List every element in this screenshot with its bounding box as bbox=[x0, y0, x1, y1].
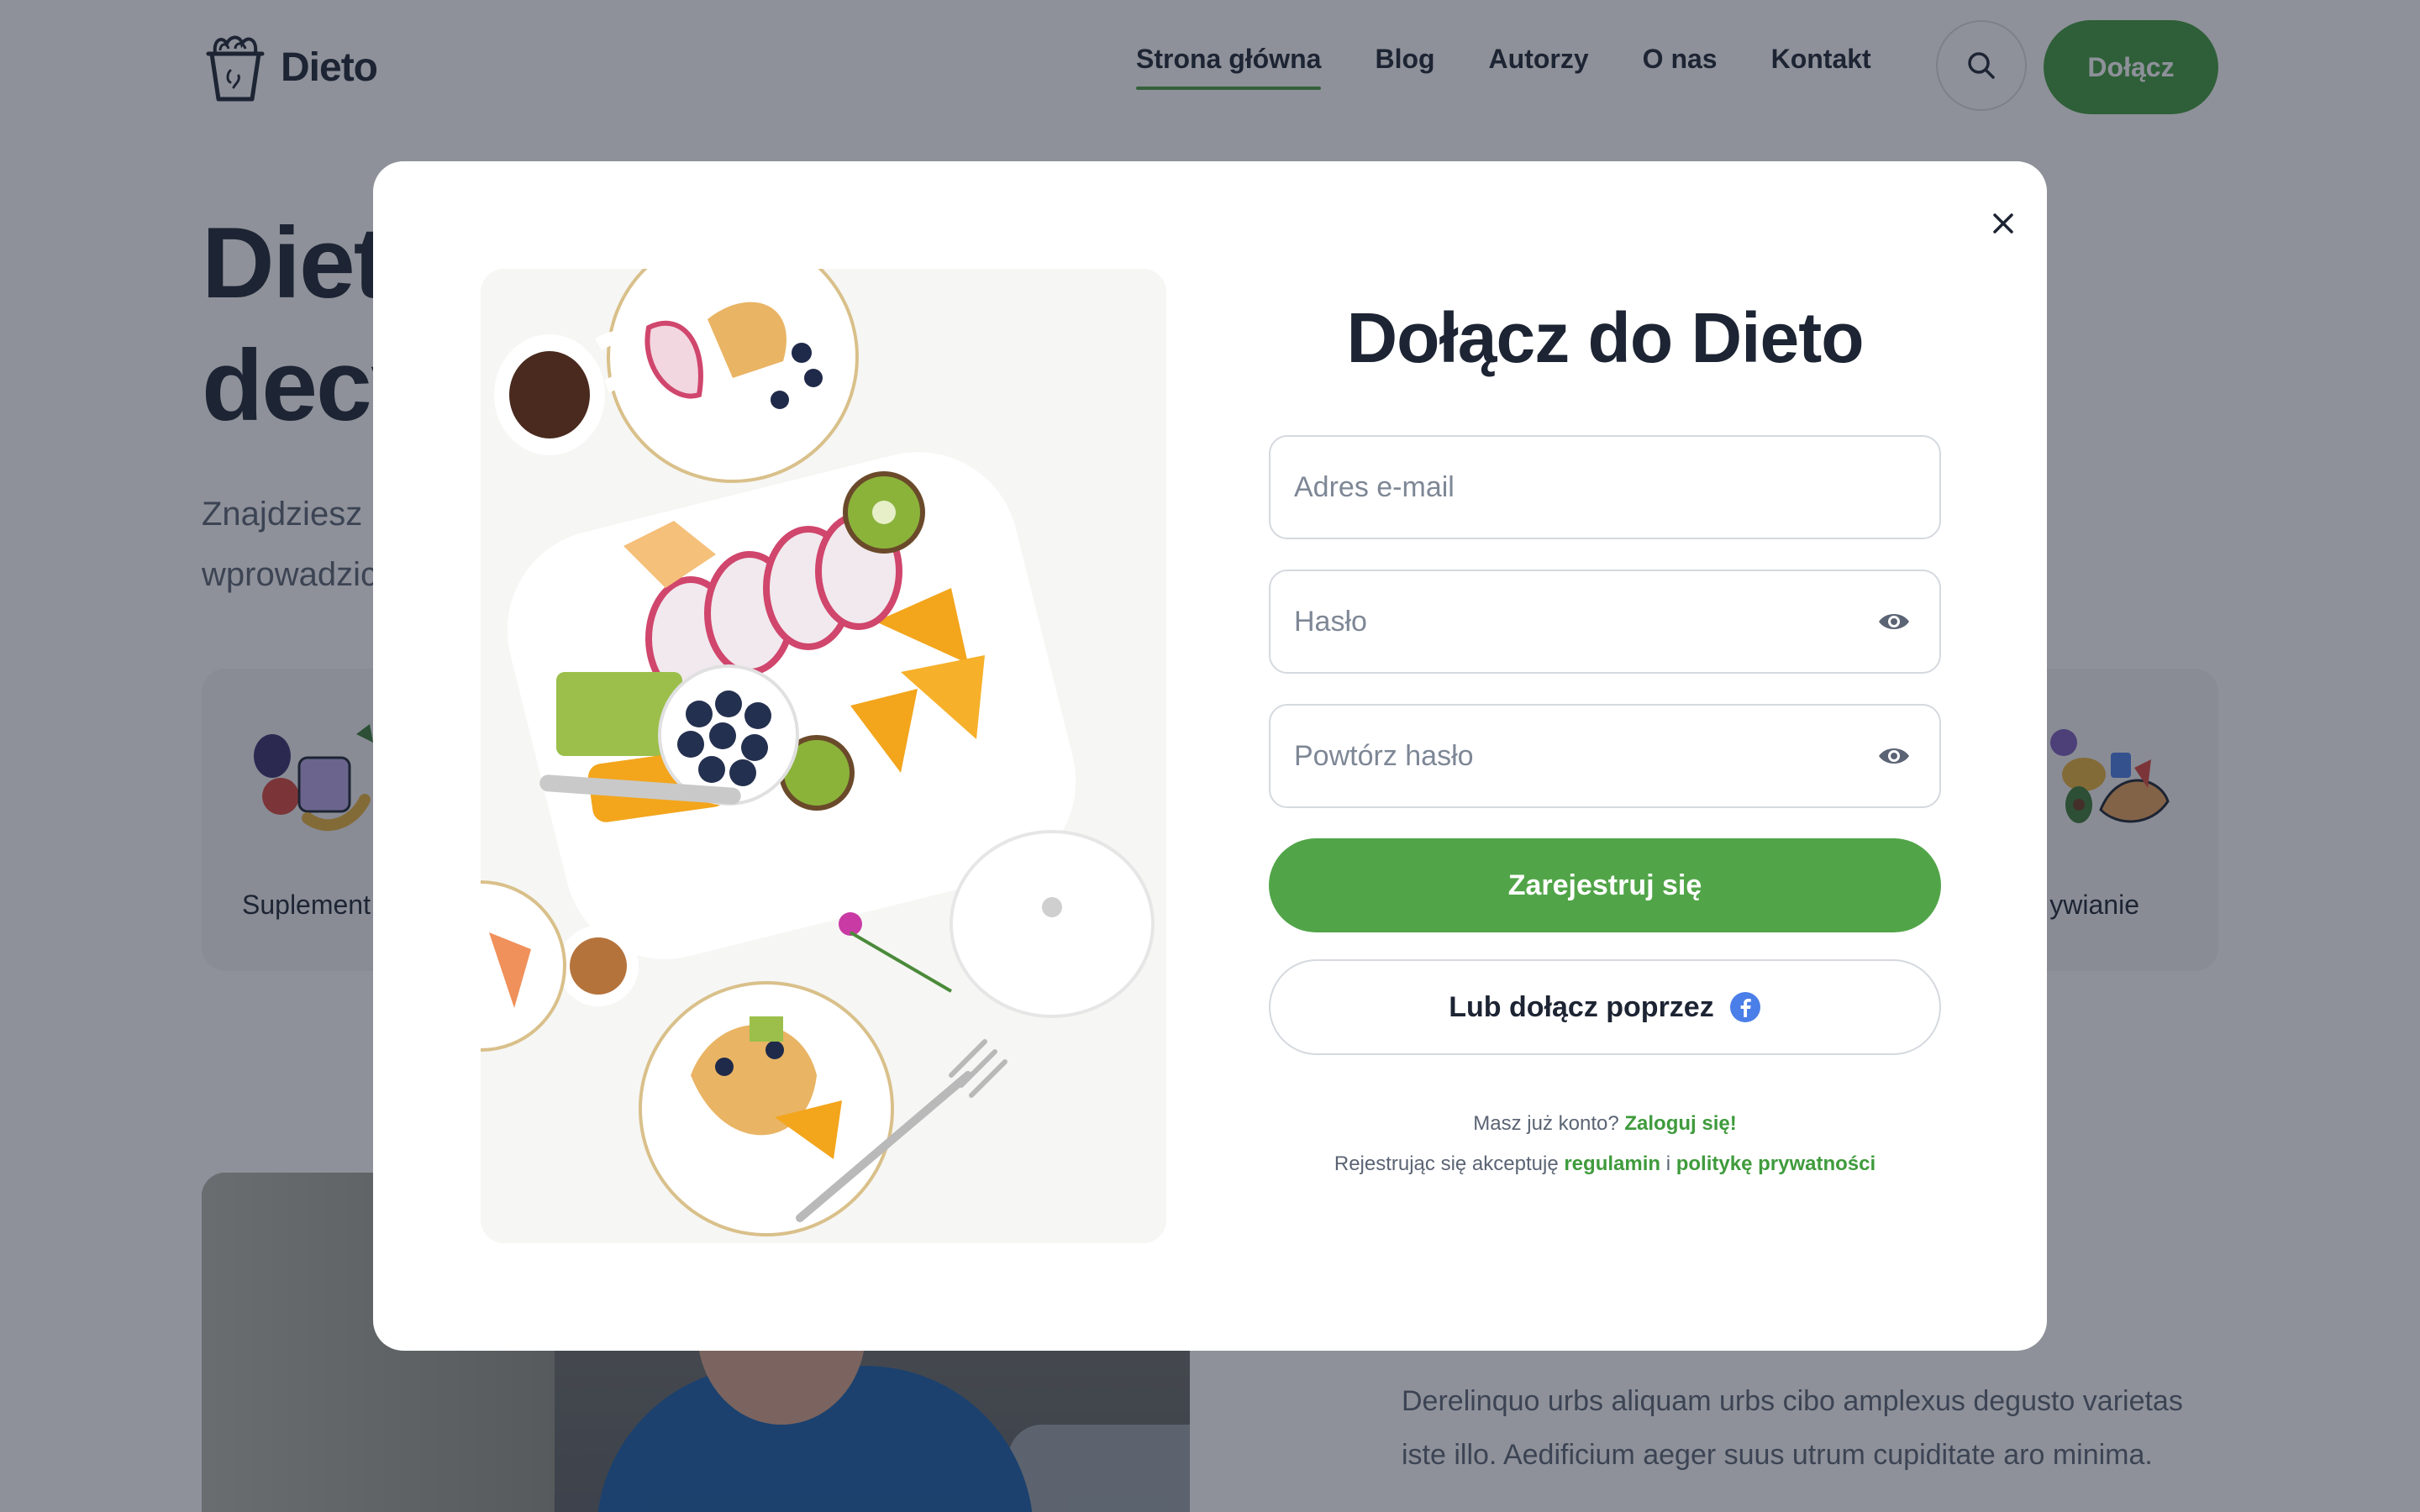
email-field[interactable] bbox=[1269, 435, 1941, 539]
facebook-join-label: Lub dołącz poprzez bbox=[1449, 990, 1714, 1023]
login-link[interactable]: Zaloguj się! bbox=[1624, 1112, 1736, 1135]
facebook-icon bbox=[1729, 992, 1760, 1022]
modal-title: Dołącz do Dieto bbox=[1346, 298, 1864, 377]
close-button[interactable] bbox=[1980, 200, 2027, 247]
email-input[interactable] bbox=[1270, 437, 1939, 538]
close-icon bbox=[1993, 213, 2013, 234]
eye-icon[interactable] bbox=[1877, 744, 1911, 768]
register-button[interactable]: Zarejestruj się bbox=[1269, 838, 1941, 932]
password-field[interactable] bbox=[1269, 570, 1941, 674]
terms-link[interactable]: regulamin bbox=[1564, 1152, 1660, 1175]
password-input[interactable] bbox=[1270, 571, 1939, 672]
login-prompt: Masz już konto? Zaloguj się! bbox=[1269, 1104, 1941, 1144]
signup-modal: Dołącz do Dieto Zarejestruj się Lub dołą… bbox=[373, 161, 2047, 1351]
food-photo bbox=[481, 269, 1166, 1243]
privacy-link[interactable]: politykę prywatności bbox=[1676, 1152, 1876, 1175]
terms-and: i bbox=[1665, 1152, 1671, 1175]
terms-prefix: Rejestrując się akceptuję bbox=[1334, 1152, 1559, 1175]
eye-icon[interactable] bbox=[1877, 610, 1911, 633]
repeat-password-input[interactable] bbox=[1270, 706, 1939, 806]
facebook-join-button[interactable]: Lub dołącz poprzez bbox=[1269, 959, 1941, 1055]
login-prompt-text: Masz już konto? bbox=[1473, 1112, 1619, 1135]
signup-form: Dołącz do Dieto Zarejestruj się Lub dołą… bbox=[1269, 287, 1941, 1184]
food-illustration bbox=[481, 269, 1166, 1243]
terms-notice: Rejestrując się akceptuję regulamin i po… bbox=[1269, 1144, 1941, 1184]
repeat-password-field[interactable] bbox=[1269, 704, 1941, 808]
